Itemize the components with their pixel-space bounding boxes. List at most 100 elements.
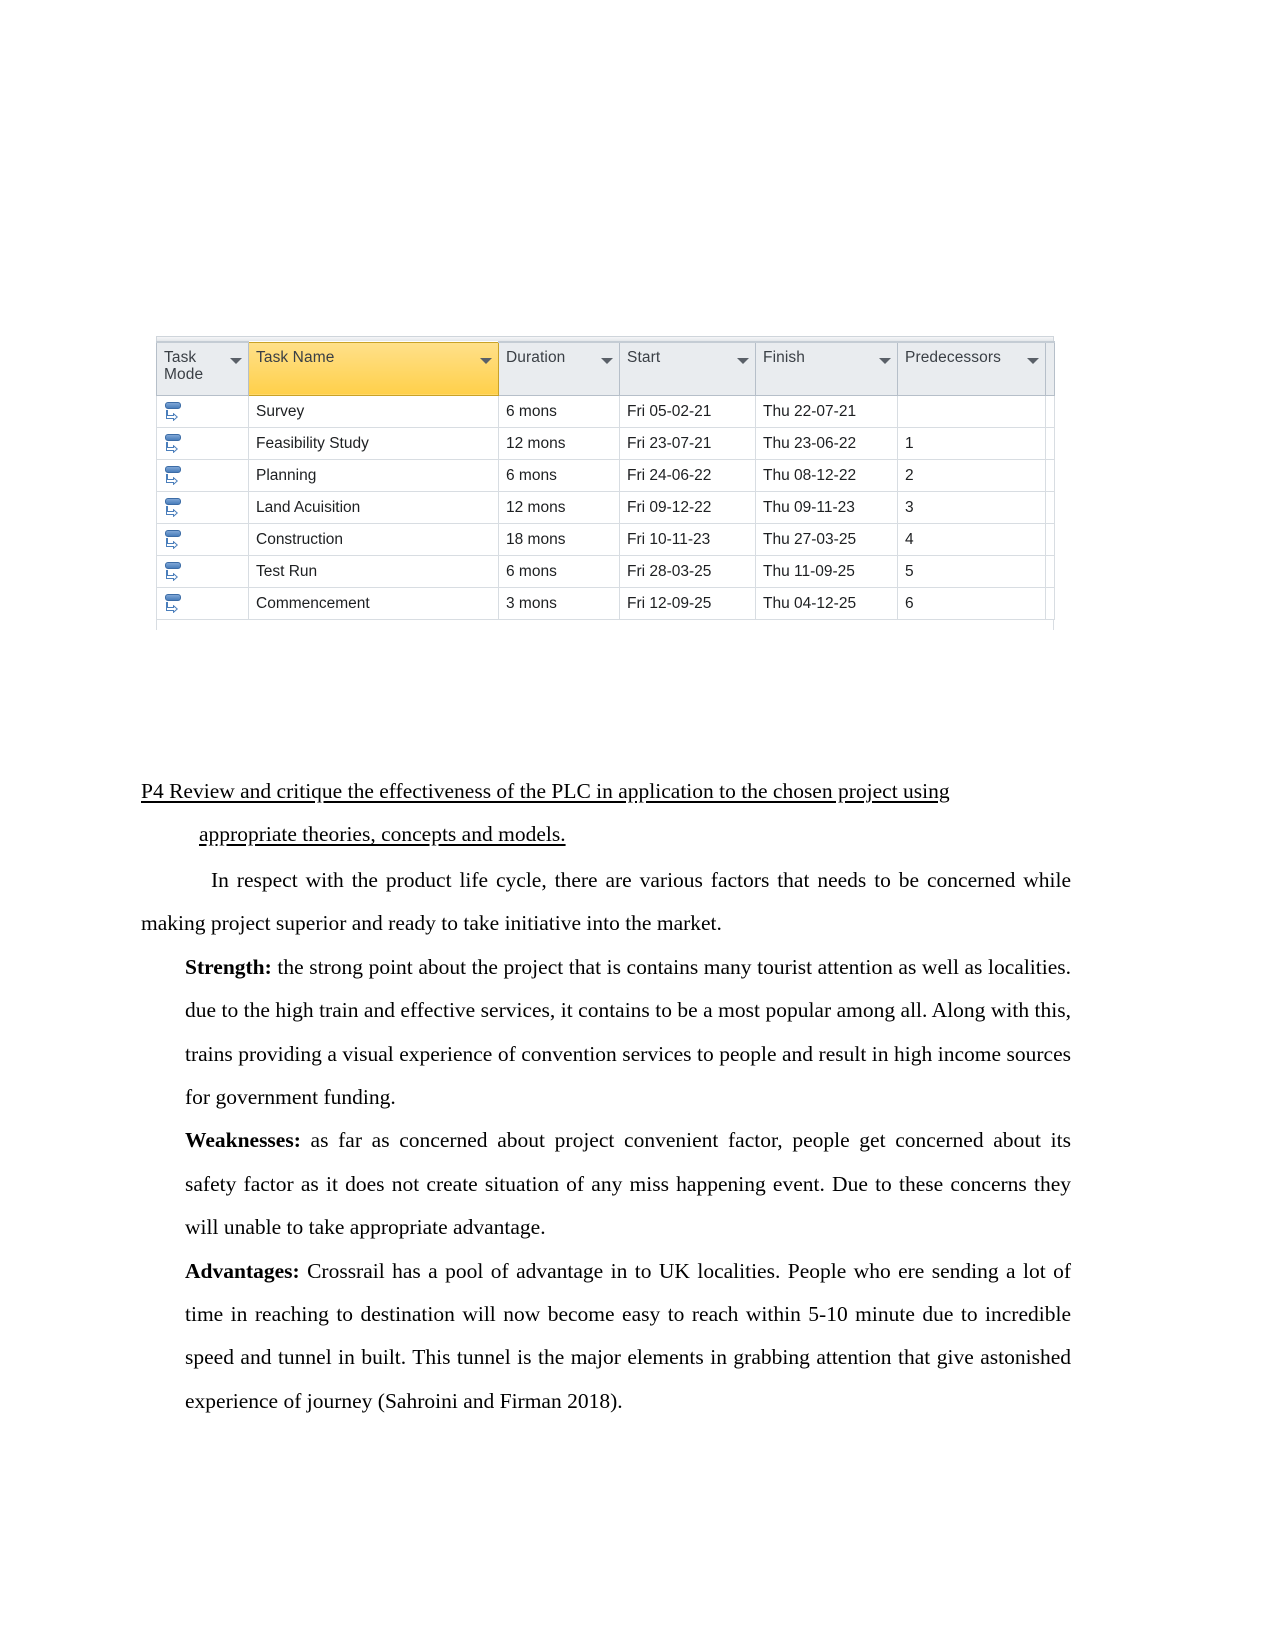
project-schedule-table: Task Mode Task Name Duration Start Finis…	[156, 336, 1055, 630]
section-heading: P4 Review and critique the effectiveness…	[141, 770, 1071, 857]
cell-finish[interactable]: Thu 22-07-21	[755, 395, 898, 428]
column-header-predecessors[interactable]: Predecessors	[897, 341, 1046, 396]
weaknesses-label: Weaknesses:	[185, 1128, 301, 1153]
table-row[interactable]: Feasibility Study 12 mons Fri 23-07-21 T…	[156, 427, 1055, 460]
column-header-finish[interactable]: Finish	[755, 341, 898, 396]
cell-duration[interactable]: 12 mons	[498, 491, 620, 524]
cell-start[interactable]: Fri 05-02-21	[619, 395, 756, 428]
cell-predecessors[interactable]	[897, 395, 1046, 428]
cell-task-name[interactable]: Survey	[248, 395, 499, 428]
cell-finish[interactable]: Thu 04-12-25	[755, 587, 898, 620]
cell-finish[interactable]: Thu 09-11-23	[755, 491, 898, 524]
intro-paragraph: In respect with the product life cycle, …	[141, 867, 1071, 936]
weaknesses-text: as far as concerned about project conven…	[185, 1128, 1071, 1240]
cell-partial-next	[1045, 459, 1055, 492]
column-header-task-mode[interactable]: Task Mode	[156, 341, 249, 396]
cell-partial-next	[1045, 587, 1055, 620]
cell-task-name[interactable]: Planning	[248, 459, 499, 492]
section-heading-line1: P4 Review and critique the effectiveness…	[141, 779, 950, 803]
cell-predecessors[interactable]: 4	[897, 523, 1046, 556]
cell-finish[interactable]: Thu 11-09-25	[755, 555, 898, 588]
cell-task-mode[interactable]	[156, 491, 249, 524]
column-header-task-name[interactable]: Task Name	[248, 341, 499, 396]
cell-duration[interactable]: 18 mons	[498, 523, 620, 556]
cell-task-name[interactable]: Feasibility Study	[248, 427, 499, 460]
cell-duration[interactable]: 6 mons	[498, 555, 620, 588]
filter-dropdown-icon[interactable]	[1027, 358, 1039, 364]
filter-dropdown-icon[interactable]	[737, 358, 749, 364]
filter-dropdown-icon[interactable]	[601, 358, 613, 364]
cell-start[interactable]: Fri 10-11-23	[619, 523, 756, 556]
table-row[interactable]: Survey 6 mons Fri 05-02-21 Thu 22-07-21	[156, 395, 1055, 428]
table-row[interactable]: Construction 18 mons Fri 10-11-23 Thu 27…	[156, 523, 1055, 556]
cell-task-name[interactable]: Commencement	[248, 587, 499, 620]
column-header-label: Duration	[506, 349, 566, 366]
column-header-partial-next	[1045, 341, 1055, 396]
table-row[interactable]: Planning 6 mons Fri 24-06-22 Thu 08-12-2…	[156, 459, 1055, 492]
table-row[interactable]: Test Run 6 mons Fri 28-03-25 Thu 11-09-2…	[156, 555, 1055, 588]
column-header-start[interactable]: Start	[619, 341, 756, 396]
auto-scheduled-icon	[164, 497, 186, 519]
strength-label: Strength:	[185, 954, 272, 979]
cell-duration[interactable]: 6 mons	[498, 395, 620, 428]
cell-predecessors[interactable]: 3	[897, 491, 1046, 524]
table-header-row: Task Mode Task Name Duration Start Finis…	[156, 341, 1055, 396]
cell-task-name[interactable]: Test Run	[248, 555, 499, 588]
filter-dropdown-icon[interactable]	[230, 358, 242, 364]
section-heading-line2: appropriate theories, concepts and model…	[199, 822, 566, 847]
auto-scheduled-icon	[164, 465, 186, 487]
auto-scheduled-icon	[164, 401, 186, 423]
cell-start[interactable]: Fri 24-06-22	[619, 459, 756, 492]
cell-task-mode[interactable]	[156, 395, 249, 428]
column-header-label: Finish	[763, 349, 805, 366]
cell-partial-next	[1045, 395, 1055, 428]
table-row[interactable]: Land Acuisition 12 mons Fri 09-12-22 Thu…	[156, 491, 1055, 524]
cell-partial-next	[1045, 491, 1055, 524]
cell-task-name[interactable]: Construction	[248, 523, 499, 556]
cell-predecessors[interactable]: 6	[897, 587, 1046, 620]
cell-start[interactable]: Fri 12-09-25	[619, 587, 756, 620]
cell-task-mode[interactable]	[156, 555, 249, 588]
document-text-body: P4 Review and critique the effectiveness…	[141, 770, 1071, 1423]
cell-task-mode[interactable]	[156, 459, 249, 492]
cell-duration[interactable]: 3 mons	[498, 587, 620, 620]
advantages-text: Crossrail has a pool of advantage in to …	[185, 1258, 1071, 1413]
filter-dropdown-icon[interactable]	[480, 357, 492, 364]
table-body: Survey 6 mons Fri 05-02-21 Thu 22-07-21 …	[156, 395, 1055, 620]
table-row[interactable]: Commencement 3 mons Fri 12-09-25 Thu 04-…	[156, 587, 1055, 620]
cell-finish[interactable]: Thu 23-06-22	[755, 427, 898, 460]
strength-paragraph: Strength: the strong point about the pro…	[141, 946, 1071, 1120]
column-header-label: Task Mode	[164, 349, 204, 384]
auto-scheduled-icon	[164, 593, 186, 615]
cell-duration[interactable]: 12 mons	[498, 427, 620, 460]
cell-predecessors[interactable]: 2	[897, 459, 1046, 492]
cell-finish[interactable]: Thu 08-12-22	[755, 459, 898, 492]
table-bottom-edge	[156, 620, 1054, 630]
cell-start[interactable]: Fri 23-07-21	[619, 427, 756, 460]
cell-task-mode[interactable]	[156, 523, 249, 556]
column-header-label: Task Name	[256, 348, 335, 366]
auto-scheduled-icon	[164, 529, 186, 551]
column-header-duration[interactable]: Duration	[498, 341, 620, 396]
cell-finish[interactable]: Thu 27-03-25	[755, 523, 898, 556]
cell-task-name[interactable]: Land Acuisition	[248, 491, 499, 524]
cell-partial-next	[1045, 555, 1055, 588]
cell-predecessors[interactable]: 1	[897, 427, 1046, 460]
weaknesses-paragraph: Weaknesses: as far as concerned about pr…	[141, 1119, 1071, 1249]
advantages-label: Advantages:	[185, 1258, 300, 1283]
auto-scheduled-icon	[164, 433, 186, 455]
cell-start[interactable]: Fri 09-12-22	[619, 491, 756, 524]
cell-predecessors[interactable]: 5	[897, 555, 1046, 588]
auto-scheduled-icon	[164, 561, 186, 583]
advantages-paragraph: Advantages: Crossrail has a pool of adva…	[141, 1250, 1071, 1424]
cell-task-mode[interactable]	[156, 587, 249, 620]
task-table: Task Mode Task Name Duration Start Finis…	[156, 341, 1055, 620]
cell-partial-next	[1045, 523, 1055, 556]
cell-duration[interactable]: 6 mons	[498, 459, 620, 492]
filter-dropdown-icon[interactable]	[879, 358, 891, 364]
cell-start[interactable]: Fri 28-03-25	[619, 555, 756, 588]
cell-task-mode[interactable]	[156, 427, 249, 460]
column-header-label: Start	[627, 349, 661, 366]
column-header-label: Predecessors	[905, 349, 1001, 366]
cell-partial-next	[1045, 427, 1055, 460]
